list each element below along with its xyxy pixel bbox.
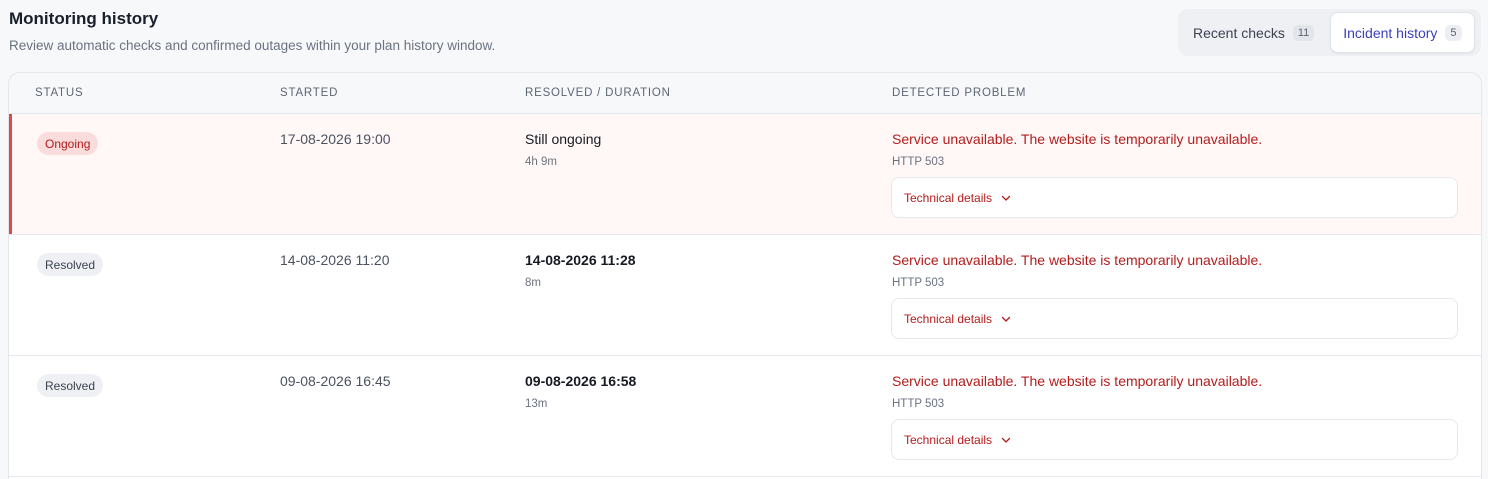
started-time: 17-08-2026 19:00 xyxy=(280,131,391,147)
duration: 4h 9m xyxy=(525,156,557,168)
column-header-problem: DETECTED PROBLEM xyxy=(892,87,1027,99)
history-tabs: Recent checks 11 Incident history 5 xyxy=(1178,9,1481,56)
problem-message: Service unavailable. The website is temp… xyxy=(892,373,1263,389)
resolved-time: 14-08-2026 11:28 xyxy=(525,252,636,268)
technical-details-toggle[interactable]: Technical details xyxy=(891,298,1458,339)
http-status: HTTP 503 xyxy=(892,156,945,168)
tab-incident-history[interactable]: Incident history 5 xyxy=(1330,12,1475,53)
chevron-down-icon xyxy=(1001,437,1011,443)
status-badge: Ongoing xyxy=(37,132,99,155)
tab-recent-checks[interactable]: Recent checks 11 xyxy=(1181,12,1326,53)
technical-details-label: Technical details xyxy=(904,190,993,205)
tab-count-badge: 11 xyxy=(1292,24,1315,41)
column-header-started: STARTED xyxy=(280,87,339,99)
resolved-time: Still ongoing xyxy=(525,131,602,147)
problem-message: Service unavailable. The website is temp… xyxy=(892,252,1263,268)
tab-label: Recent checks xyxy=(1193,24,1285,41)
page-title: Monitoring history xyxy=(9,9,159,28)
duration: 13m xyxy=(525,398,548,410)
started-time: 14-08-2026 11:20 xyxy=(280,252,390,268)
technical-details-label: Technical details xyxy=(904,432,993,447)
table-row: Resolved 14-08-2026 11:20 14-08-2026 11:… xyxy=(9,235,1481,356)
duration: 8m xyxy=(525,277,541,289)
problem-message: Service unavailable. The website is temp… xyxy=(892,131,1263,147)
table-row: Resolved 09-08-2026 16:45 09-08-2026 16:… xyxy=(9,356,1481,477)
column-header-status: STATUS xyxy=(35,87,84,99)
resolved-time: 09-08-2026 16:58 xyxy=(525,373,637,389)
status-badge: Resolved xyxy=(37,374,104,397)
technical-details-label: Technical details xyxy=(904,311,993,326)
table-header: STATUS STARTED RESOLVED / DURATION DETEC… xyxy=(9,73,1481,114)
http-status: HTTP 503 xyxy=(892,398,945,410)
incident-table: STATUS STARTED RESOLVED / DURATION DETEC… xyxy=(8,72,1482,479)
http-status: HTTP 503 xyxy=(892,277,945,289)
tab-label: Incident history xyxy=(1343,24,1438,41)
tab-count-badge: 5 xyxy=(1445,24,1462,41)
status-badge: Resolved xyxy=(37,253,104,276)
page-subtitle: Review automatic checks and confirmed ou… xyxy=(9,38,496,53)
technical-details-toggle[interactable]: Technical details xyxy=(891,177,1458,218)
started-time: 09-08-2026 16:45 xyxy=(280,373,391,389)
chevron-down-icon xyxy=(1001,316,1011,322)
chevron-down-icon xyxy=(1001,195,1011,201)
table-row: Ongoing 17-08-2026 19:00 Still ongoing 4… xyxy=(9,114,1481,235)
technical-details-toggle[interactable]: Technical details xyxy=(891,419,1458,460)
column-header-resolved: RESOLVED / DURATION xyxy=(525,87,671,99)
